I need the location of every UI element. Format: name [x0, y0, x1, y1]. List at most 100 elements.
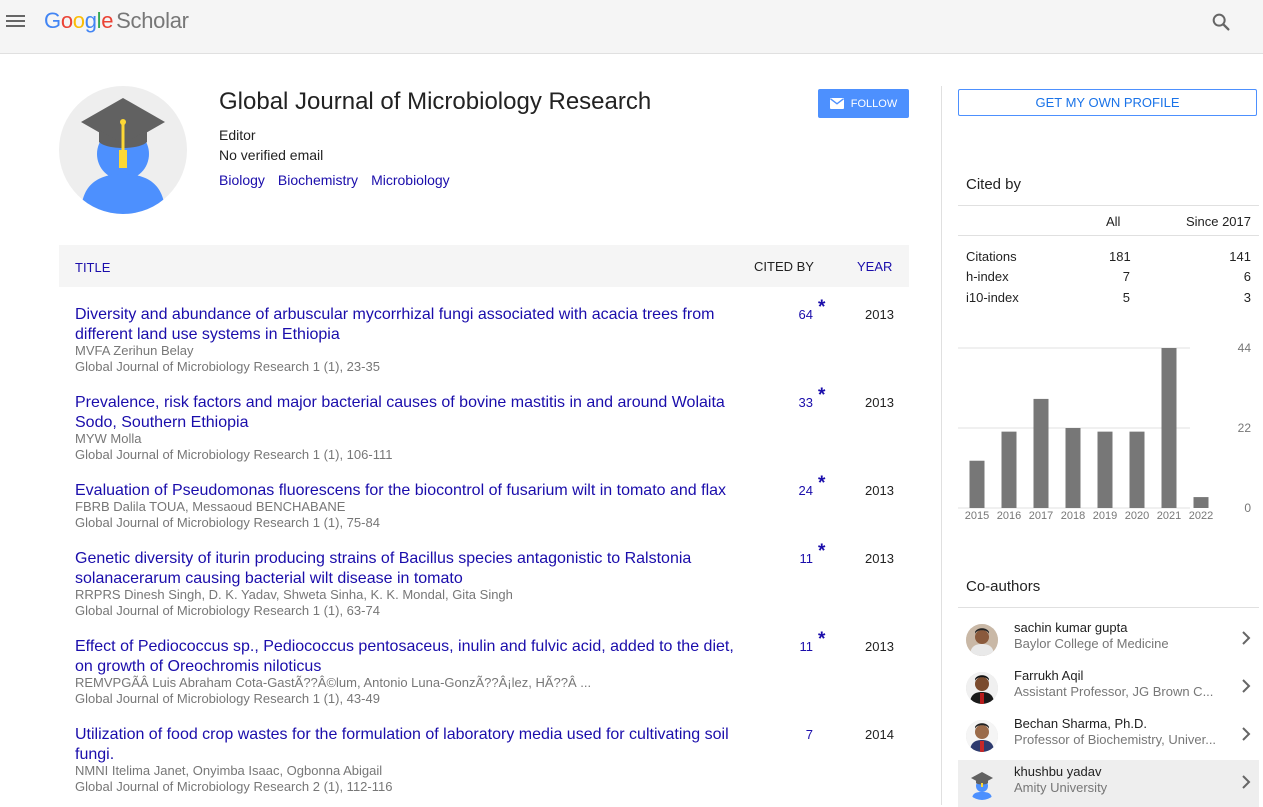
merged-citations-star[interactable]: *	[818, 473, 825, 495]
chart-bar-2021[interactable]	[1161, 348, 1177, 508]
publication-authors: FBRB Dalila TOUA, Messaoud BENCHABANE	[75, 499, 346, 514]
coauthor-item[interactable]: Farrukh Aqil Assistant Professor, JG Bro…	[958, 664, 1259, 711]
publication-year: 2013	[865, 551, 894, 566]
publication-title-link[interactable]: Effect of Pediococcus sp., Pediococcus p…	[75, 637, 745, 677]
profile-role: Editor	[219, 127, 256, 143]
chart-x-tick-label: 2019	[1093, 510, 1117, 522]
stat-all: 181	[1109, 249, 1131, 264]
publication-venue: Global Journal of Microbiology Research …	[75, 359, 380, 374]
coauthor-photo	[966, 624, 998, 656]
graduation-cap-avatar-icon	[81, 98, 165, 214]
chart-x-tick-label: 2020	[1125, 510, 1149, 522]
cited-by-count-link[interactable]: 7	[806, 727, 813, 742]
stat-all: 5	[1122, 290, 1130, 305]
divider	[958, 235, 1259, 236]
coauthor-item[interactable]: sachin kumar gupta Baylor College of Med…	[958, 616, 1259, 663]
profile-avatar	[59, 86, 187, 214]
chart-x-tick-label: 2022	[1189, 510, 1213, 522]
publication-venue: Global Journal of Microbiology Research …	[75, 515, 380, 530]
coauthor-photo	[966, 768, 998, 800]
coauthors-heading: Co-authors	[966, 578, 1041, 595]
column-cited-by[interactable]: CITED BY	[754, 259, 814, 274]
interest-link-microbiology[interactable]: Microbiology	[371, 172, 450, 188]
chart-y-tick-label: 44	[1238, 341, 1252, 355]
chart-y-tick-label: 22	[1238, 421, 1252, 435]
logo-scholar-text: Scholar	[116, 8, 189, 33]
publication-year: 2013	[865, 639, 894, 654]
publication-authors: MVFA Zerihun Belay	[75, 343, 194, 358]
divider	[958, 607, 1259, 608]
column-title[interactable]: TITLE	[75, 260, 110, 275]
chart-x-tick-label: 2018	[1061, 510, 1085, 522]
hamburger-menu-icon[interactable]	[6, 11, 26, 31]
stat-label: Citations	[966, 249, 1017, 264]
cited-by-count-link[interactable]: 24	[799, 483, 813, 498]
publication-venue: Global Journal of Microbiology Research …	[75, 779, 393, 794]
chart-bar-2015[interactable]	[969, 460, 985, 508]
chart-x-tick-label: 2017	[1029, 510, 1053, 522]
stat-since: 3	[1243, 290, 1251, 305]
publication-title-link[interactable]: Prevalence, risk factors and major bacte…	[75, 393, 745, 433]
coauthor-affiliation: Amity University	[1014, 780, 1108, 795]
merged-citations-star[interactable]: *	[818, 385, 825, 407]
merged-citations-star[interactable]: *	[818, 541, 825, 563]
graduation-cap-avatar-icon	[971, 772, 993, 800]
publications-table-header: TITLE CITED BY YEAR	[59, 245, 909, 287]
publication-year: 2013	[865, 483, 894, 498]
sidebar-divider	[941, 86, 942, 805]
chart-bar-2020[interactable]	[1129, 431, 1145, 508]
column-year-sort[interactable]: YEAR	[857, 259, 892, 274]
chevron-right-icon	[1242, 775, 1251, 789]
google-scholar-logo[interactable]: Google Scholar	[44, 8, 189, 34]
publication-year: 2014	[865, 727, 894, 742]
stat-label: i10-index	[966, 290, 1019, 305]
publication-year: 2013	[865, 307, 894, 322]
coauthor-affiliation: Professor of Biochemistry, Univer...	[1014, 732, 1217, 747]
chart-x-tick-label: 2015	[965, 510, 989, 522]
coauthor-photo	[966, 672, 998, 704]
get-my-own-profile-button[interactable]: GET MY OWN PROFILE	[958, 89, 1257, 116]
follow-button[interactable]: FOLLOW	[818, 89, 909, 118]
publication-venue: Global Journal of Microbiology Research …	[75, 447, 393, 462]
chart-x-tick-label: 2021	[1157, 510, 1181, 522]
coauthor-affiliation: Baylor College of Medicine	[1014, 636, 1169, 651]
chevron-right-icon	[1242, 679, 1251, 693]
chart-bar-2019[interactable]	[1097, 431, 1113, 508]
stat-since: 141	[1229, 249, 1251, 264]
chart-bar-2017[interactable]	[1033, 398, 1049, 508]
stat-label: h-index	[966, 269, 1009, 284]
coauthor-name: khushbu yadav	[1014, 764, 1102, 779]
cited-by-count-link[interactable]: 11	[800, 639, 814, 654]
publication-title-link[interactable]: Utilization of food crop wastes for the …	[75, 725, 745, 765]
publication-title-link[interactable]: Evaluation of Pseudomonas fluorescens fo…	[75, 481, 745, 501]
publication-venue: Global Journal of Microbiology Research …	[75, 603, 380, 618]
publication-authors: MYW Molla	[75, 431, 142, 446]
coauthor-affiliation: Assistant Professor, JG Brown C...	[1014, 684, 1214, 699]
chevron-right-icon	[1242, 631, 1251, 645]
stat-since: 6	[1243, 269, 1251, 284]
cited-by-count-link[interactable]: 11	[800, 551, 814, 566]
publication-title-link[interactable]: Genetic diversity of iturin producing st…	[75, 549, 745, 589]
coauthor-name: Bechan Sharma, Ph.D.	[1014, 716, 1147, 731]
merged-citations-star[interactable]: *	[818, 629, 825, 651]
top-bar: Google Scholar	[0, 0, 1263, 54]
chart-bar-2016[interactable]	[1001, 431, 1017, 508]
publication-title-link[interactable]: Diversity and abundance of arbuscular my…	[75, 305, 745, 345]
chart-bar-2022[interactable]	[1193, 497, 1209, 508]
profile-email: No verified email	[219, 147, 324, 163]
cited-by-count-link[interactable]: 64	[799, 307, 813, 322]
merged-citations-star[interactable]: *	[818, 297, 825, 319]
publication-authors: NMNI Itelima Janet, Onyimba Isaac, Ogbon…	[75, 763, 383, 778]
interest-link-biology[interactable]: Biology	[219, 172, 265, 188]
divider	[958, 205, 1259, 206]
cited-by-heading: Cited by	[966, 176, 1022, 193]
coauthor-item[interactable]: Bechan Sharma, Ph.D. Professor of Bioche…	[958, 712, 1259, 759]
publication-venue: Global Journal of Microbiology Research …	[75, 691, 380, 706]
citations-per-year-chart: 44 22 0 2015 2016 2017 2018 2019 2020 2021 2022	[958, 341, 1252, 522]
interest-link-biochemistry[interactable]: Biochemistry	[278, 172, 358, 188]
cited-by-count-link[interactable]: 33	[799, 395, 813, 410]
chart-bar-2018[interactable]	[1065, 428, 1081, 508]
stats-col-all: All	[1106, 214, 1121, 229]
coauthor-item[interactable]: khushbu yadav Amity University	[958, 760, 1259, 807]
search-icon[interactable]	[1210, 11, 1232, 33]
